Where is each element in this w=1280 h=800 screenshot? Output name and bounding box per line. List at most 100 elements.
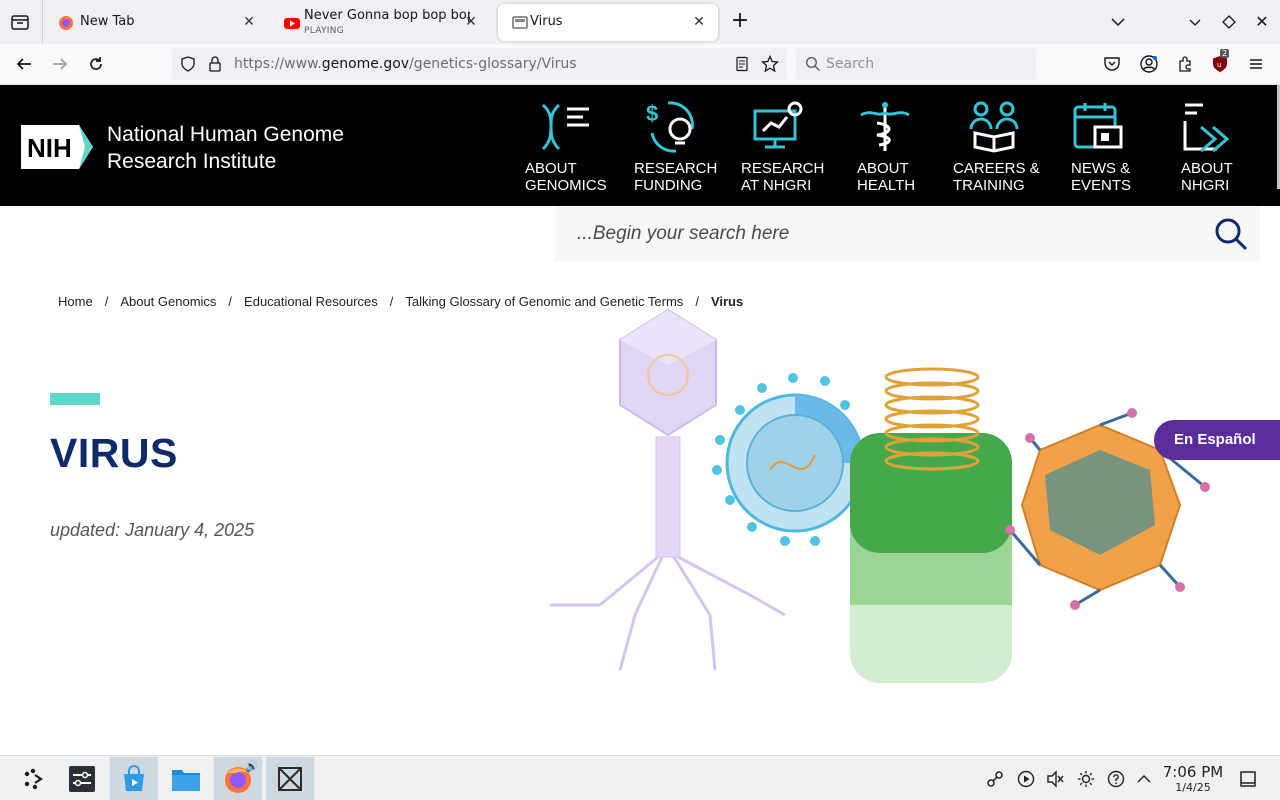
url-prefix: https://www.: [234, 56, 322, 72]
search-icon[interactable]: [1214, 217, 1248, 255]
close-tab-icon[interactable]: ✕: [462, 13, 480, 31]
site-name-line1: National Human Genome: [107, 123, 344, 146]
tab-list-chevron-icon[interactable]: [1108, 12, 1128, 32]
folder-icon: [172, 769, 200, 791]
tab-overview-icon[interactable]: [10, 12, 30, 32]
brightness-icon[interactable]: [1076, 769, 1096, 789]
url-path: /genetics-glossary/Virus: [409, 56, 577, 72]
close-tab-icon[interactable]: ✕: [690, 13, 708, 31]
lock-icon[interactable]: [207, 55, 223, 77]
nav-label: ABOUT GENOMICS: [525, 160, 607, 194]
taskbar-firefox[interactable]: 🔊: [214, 757, 262, 800]
dna-icon: [541, 103, 589, 151]
screenshot-icon: [278, 766, 302, 791]
reload-icon: [90, 57, 102, 70]
close-window-icon[interactable]: ✕: [1252, 12, 1272, 32]
youtube-icon: [284, 15, 300, 31]
taskbar-system-settings[interactable]: [58, 757, 106, 800]
tab-title: Never Gonna bop bop bop: [304, 8, 470, 23]
url-text[interactable]: https://www.genome.gov/genetics-glossary…: [234, 56, 577, 72]
clock-date: 1/4/25: [1175, 781, 1211, 794]
nav-about-nhgri[interactable]: ABOUT NHGRI: [1181, 85, 1251, 206]
page-title: VIRUS: [50, 430, 178, 476]
nav-label: CAREERS & TRAINING: [953, 160, 1040, 194]
arrow-right-icon: [53, 58, 68, 70]
site-search-input[interactable]: ...Begin your search here: [555, 206, 1260, 262]
ublock-shield-icon[interactable]: u 2: [1208, 49, 1232, 76]
diamond-icon[interactable]: [1219, 12, 1239, 32]
breadcrumb-separator: /: [228, 294, 233, 309]
bookmark-star-icon[interactable]: [760, 54, 780, 77]
taskbar-store[interactable]: [110, 757, 158, 800]
reader-view-icon[interactable]: [734, 56, 750, 76]
extension-badge: 2: [1220, 49, 1230, 58]
breadcrumb-separator: /: [389, 294, 394, 309]
nih-logo-text: NIH: [27, 133, 72, 163]
app-launcher-button[interactable]: [10, 757, 58, 800]
taskbar: 🔊 7:06 PM 1/4/25: [0, 755, 1280, 800]
browser-search-input[interactable]: Search: [796, 48, 1036, 80]
nav-label: RESEARCH FUNDING: [634, 160, 718, 194]
site-name[interactable]: National Human Genome Research Institute: [107, 121, 344, 175]
url-bar[interactable]: https://www.genome.gov/genetics-glossary…: [172, 48, 786, 80]
chevron-down-icon[interactable]: [1185, 12, 1205, 32]
nav-research-at-nhgri[interactable]: RESEARCH AT NHGRI: [741, 85, 825, 206]
help-icon[interactable]: [1106, 769, 1126, 789]
menu-hamburger-icon[interactable]: [1244, 52, 1268, 76]
tab-new-tab[interactable]: New Tab ✕: [44, 4, 268, 41]
nav-about-genomics[interactable]: ABOUT GENOMICS: [525, 85, 609, 206]
firefox-icon: [58, 15, 74, 31]
funding-lightbulb-icon: $: [646, 101, 694, 153]
shield-icon[interactable]: [180, 56, 196, 76]
title-accent-bar: [50, 393, 100, 405]
pocket-icon[interactable]: [1100, 52, 1124, 76]
tab-virus[interactable]: Virus ✕: [498, 4, 718, 41]
en-espanol-button[interactable]: En Español: [1154, 420, 1280, 460]
people-book-icon: [969, 101, 1019, 153]
close-tab-icon[interactable]: ✕: [240, 13, 258, 31]
network-icon[interactable]: [985, 769, 1005, 789]
nav-label: ABOUT HEALTH: [857, 160, 916, 194]
volume-muted-icon[interactable]: [1045, 769, 1065, 789]
show-desktop-icon[interactable]: [1238, 769, 1258, 789]
taskbar-file-manager[interactable]: [162, 757, 210, 800]
nav-news-events[interactable]: NEWS & EVENTS: [1071, 85, 1141, 206]
tab-playing-label: PLAYING: [304, 26, 345, 36]
new-tab-button[interactable]: +: [730, 10, 750, 32]
extensions-icon[interactable]: [1173, 52, 1197, 76]
taskbar-screenshot-tool[interactable]: [266, 757, 314, 800]
back-button[interactable]: [12, 52, 36, 76]
tab-title: New Tab: [80, 14, 135, 29]
updated-date: updated: January 4, 2025: [50, 520, 255, 540]
search-icon: [805, 56, 821, 76]
media-play-icon[interactable]: [1016, 769, 1036, 789]
breadcrumb-about-genomics[interactable]: About Genomics: [120, 294, 216, 309]
breadcrumb-home[interactable]: Home: [58, 294, 93, 309]
tab-title: Virus: [530, 14, 563, 29]
tray-expand-chevron-icon[interactable]: [1134, 769, 1154, 789]
site-name-line2: Research Institute: [107, 150, 277, 173]
site-header: NIH National Human Genome Research Insti…: [0, 85, 1280, 206]
url-domain: genome.gov: [321, 56, 410, 72]
virus-illustration: [550, 308, 1210, 690]
caduceus-icon: [860, 102, 910, 151]
breadcrumb-separator: /: [104, 294, 109, 309]
tab-youtube[interactable]: Never Gonna bop bop bop PLAYING ✕: [272, 4, 490, 41]
nhgri-arrow-icon: [1183, 103, 1230, 153]
enveloped-virus-illustration: [712, 373, 865, 546]
arrow-left-icon: [16, 58, 31, 70]
site-search-placeholder: ...Begin your search here: [577, 223, 790, 244]
nav-research-funding[interactable]: $ RESEARCH FUNDING: [634, 85, 718, 206]
svg-text:u: u: [1217, 61, 1221, 69]
taskbar-clock[interactable]: 7:06 PM 1/4/25: [1160, 764, 1226, 795]
reload-button[interactable]: [84, 52, 108, 76]
nav-label: RESEARCH AT NHGRI: [741, 160, 825, 194]
forward-button[interactable]: [48, 52, 72, 76]
account-icon[interactable]: [1137, 52, 1161, 76]
clock-time: 7:06 PM: [1162, 763, 1224, 781]
nih-logo[interactable]: NIH: [21, 125, 93, 173]
nav-about-health[interactable]: ABOUT HEALTH: [857, 85, 927, 206]
breadcrumb-educational-resources[interactable]: Educational Resources: [244, 294, 378, 309]
browser-nav-bar: https://www.genome.gov/genetics-glossary…: [0, 44, 1280, 85]
nav-careers-training[interactable]: CAREERS & TRAINING: [953, 85, 1043, 206]
